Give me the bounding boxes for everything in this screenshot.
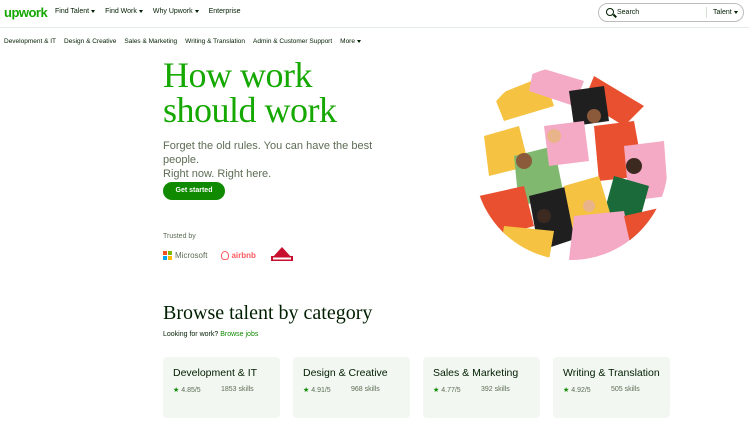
card-title: Design & Creative xyxy=(303,367,388,379)
category-card-sales[interactable]: Sales & Marketing ★ 4.77/5 392 skills xyxy=(423,357,540,418)
category-link-design[interactable]: Design & Creative xyxy=(64,38,116,45)
hero-illustration xyxy=(474,66,668,260)
card-title: Development & IT xyxy=(173,367,258,379)
main-nav-links: Find Talent Find Work Why Upwork Enterpr… xyxy=(55,8,241,15)
airbnb-icon xyxy=(221,250,230,260)
nav-why-upwork[interactable]: Why Upwork xyxy=(153,8,199,15)
chevron-down-icon xyxy=(356,39,361,43)
browse-subtext: Looking for work? Browse jobs xyxy=(163,331,259,338)
search-bar[interactable]: Search Talent xyxy=(598,3,744,22)
card-rating: ★ 4.91/5 xyxy=(303,387,331,394)
chevron-down-icon xyxy=(733,10,738,14)
category-navigation: Development & IT Design & Creative Sales… xyxy=(4,38,361,45)
star-icon: ★ xyxy=(563,387,570,394)
card-rating: ★ 4.92/5 xyxy=(563,387,591,394)
get-started-button[interactable]: Get started xyxy=(163,182,225,200)
microsoft-logo: Microsoft xyxy=(163,250,207,260)
star-icon: ★ xyxy=(303,387,310,394)
category-card-writing[interactable]: Writing & Translation ★ 4.92/5 505 skill… xyxy=(553,357,670,418)
card-skills: 968 skills xyxy=(351,386,380,393)
card-title: Writing & Translation xyxy=(563,367,660,379)
microsoft-icon xyxy=(163,250,172,260)
upwork-logo[interactable]: upwork xyxy=(4,5,48,20)
category-link-writing[interactable]: Writing & Translation xyxy=(185,38,245,45)
category-card-design[interactable]: Design & Creative ★ 4.91/5 968 skills xyxy=(293,357,410,418)
search-input[interactable]: Search xyxy=(617,9,639,16)
nav-find-talent[interactable]: Find Talent xyxy=(55,8,96,15)
chevron-down-icon xyxy=(138,9,143,13)
search-divider xyxy=(706,7,707,18)
chevron-down-icon xyxy=(91,9,96,13)
trusted-by-label: Trusted by xyxy=(163,233,196,240)
card-rating: ★ 4.85/5 xyxy=(173,387,201,394)
nav-enterprise[interactable]: Enterprise xyxy=(209,8,241,15)
browse-jobs-link[interactable]: Browse jobs xyxy=(220,331,258,338)
hero-title: How work should work xyxy=(163,55,337,130)
category-card-development[interactable]: Development & IT ★ 4.85/5 1853 skills xyxy=(163,357,280,418)
category-cards: Development & IT ★ 4.85/5 1853 skills De… xyxy=(163,357,670,418)
airbnb-logo: airbnb xyxy=(221,250,256,260)
chevron-down-icon xyxy=(194,9,199,13)
star-icon: ★ xyxy=(433,387,440,394)
top-navigation: upwork Find Talent Find Work Why Upwork … xyxy=(0,0,749,28)
search-icon xyxy=(606,8,614,16)
browse-section-title: Browse talent by category xyxy=(163,302,373,324)
category-link-development[interactable]: Development & IT xyxy=(4,38,56,45)
nav-find-work[interactable]: Find Work xyxy=(105,8,143,15)
category-link-admin[interactable]: Admin & Customer Support xyxy=(253,38,332,45)
card-skills: 505 skills xyxy=(611,386,640,393)
card-title: Sales & Marketing xyxy=(433,367,519,379)
star-icon: ★ xyxy=(173,387,180,394)
card-rating: ★ 4.77/5 xyxy=(433,387,461,394)
card-skills: 392 skills xyxy=(481,386,510,393)
bissell-logo xyxy=(270,247,294,263)
trusted-logos: Microsoft airbnb xyxy=(163,247,294,263)
hero-subtitle: Forget the old rules. You can have the b… xyxy=(163,140,373,180)
category-link-more[interactable]: More xyxy=(340,38,361,45)
card-skills: 1853 skills xyxy=(221,386,254,393)
search-scope-select[interactable]: Talent xyxy=(713,9,738,16)
category-link-sales[interactable]: Sales & Marketing xyxy=(124,38,177,45)
